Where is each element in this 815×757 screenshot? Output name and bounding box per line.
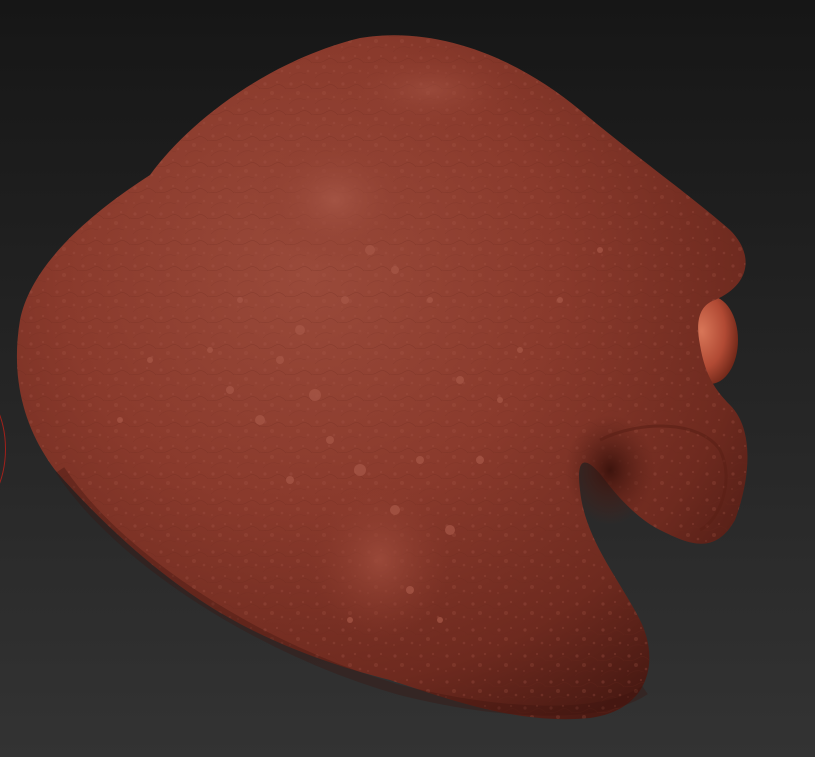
mouth-cavity xyxy=(565,415,655,525)
cheek-bulge xyxy=(310,480,450,640)
model-canvas[interactable] xyxy=(0,0,815,757)
brow-bulge xyxy=(255,135,415,265)
forehead-highlight xyxy=(340,50,520,130)
sculpt-viewport[interactable] xyxy=(0,0,815,757)
